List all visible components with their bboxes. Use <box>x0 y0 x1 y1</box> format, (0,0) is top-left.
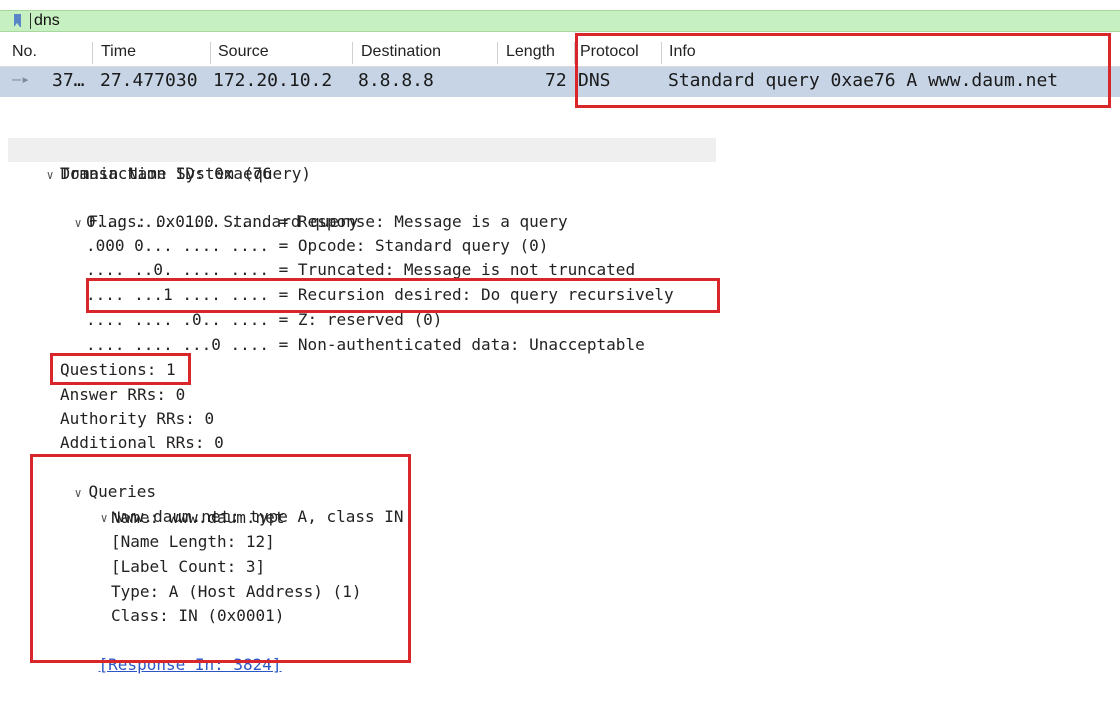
packet-row-selected[interactable]: —▸ 37… 27.477030 172.20.10.2 8.8.8.8 72 … <box>0 67 1120 97</box>
tree-item-name-length[interactable]: [Name Length: 12] <box>111 530 275 554</box>
packet-destination: 8.8.8.8 <box>358 70 434 91</box>
bookmark-icon[interactable] <box>14 14 21 27</box>
tree-item-flag-truncated[interactable]: .... ..0. .... .... = Truncated: Message… <box>86 258 635 282</box>
tree-item-flag-recursion[interactable]: .... ...1 .... .... = Recursion desired:… <box>86 283 674 307</box>
tree-item-name[interactable]: Name: www.daum.net <box>111 506 284 530</box>
column-separator[interactable] <box>92 42 93 64</box>
text-caret <box>30 13 31 29</box>
response-in-link[interactable]: [Response In: 3824] <box>99 655 282 674</box>
column-separator[interactable] <box>497 42 498 64</box>
column-no[interactable]: No. <box>12 43 37 61</box>
tree-item-additional-rrs[interactable]: Additional RRs: 0 <box>60 431 224 455</box>
tree-item-flag-nonauth[interactable]: .... .... ...0 .... = Non-authenticated … <box>86 333 645 357</box>
column-destination[interactable]: Destination <box>361 43 441 61</box>
tree-item-queries[interactable]: ∨ Queries <box>36 456 156 501</box>
tree-item-response-in[interactable]: [Response In: 3824] <box>60 629 282 674</box>
packet-source: 172.20.10.2 <box>213 70 333 91</box>
column-source[interactable]: Source <box>218 43 269 61</box>
column-length[interactable]: Length <box>506 43 555 61</box>
column-info[interactable]: Info <box>669 43 696 61</box>
column-protocol[interactable]: Protocol <box>580 43 639 61</box>
tree-item-label-count[interactable]: [Label Count: 3] <box>111 555 265 579</box>
tree-item-questions[interactable]: Questions: 1 <box>60 358 176 382</box>
tree-item-transaction-id[interactable]: Transaction ID: 0xae76 <box>60 162 272 186</box>
chevron-down-icon[interactable]: ∨ <box>47 163 61 187</box>
tree-item-flags[interactable]: ∨ Flags: 0x0100 Standard query <box>36 186 359 231</box>
tree-item-dns[interactable]: ∨ Domain Name System (query) <box>8 138 716 183</box>
packet-length: 72 <box>545 70 567 91</box>
display-filter-bar[interactable]: dns <box>0 10 1120 32</box>
tree-item-flag-z[interactable]: .... .... .0.. .... = Z: reserved (0) <box>86 308 442 332</box>
packet-no: 37… <box>52 70 85 91</box>
packet-time: 27.477030 <box>100 70 198 91</box>
display-filter-input[interactable]: dns <box>34 12 60 30</box>
tree-item-query-entry[interactable]: ∨ www.daum.net: type A, class IN <box>62 481 404 526</box>
column-separator[interactable] <box>210 42 211 64</box>
column-separator[interactable] <box>352 42 353 64</box>
tree-item-class[interactable]: Class: IN (0x0001) <box>111 604 284 628</box>
request-arrow-icon: —▸ <box>12 70 31 88</box>
tree-item-answer-rrs[interactable]: Answer RRs: 0 <box>60 383 185 407</box>
tree-item-flag-response[interactable]: 0... .... .... .... = Response: Message … <box>86 210 568 234</box>
packet-protocol: DNS <box>578 70 611 91</box>
column-time[interactable]: Time <box>101 43 136 61</box>
packet-list-header: No. Time Source Destination Length Proto… <box>0 38 1120 67</box>
tree-item-flag-opcode[interactable]: .000 0... .... .... = Opcode: Standard q… <box>86 234 548 258</box>
packet-info: Standard query 0xae76 A www.daum.net <box>668 70 1059 91</box>
column-separator[interactable] <box>661 42 662 64</box>
tree-item-type[interactable]: Type: A (Host Address) (1) <box>111 580 361 604</box>
tree-item-authority-rrs[interactable]: Authority RRs: 0 <box>60 407 214 431</box>
column-separator[interactable] <box>574 42 575 64</box>
